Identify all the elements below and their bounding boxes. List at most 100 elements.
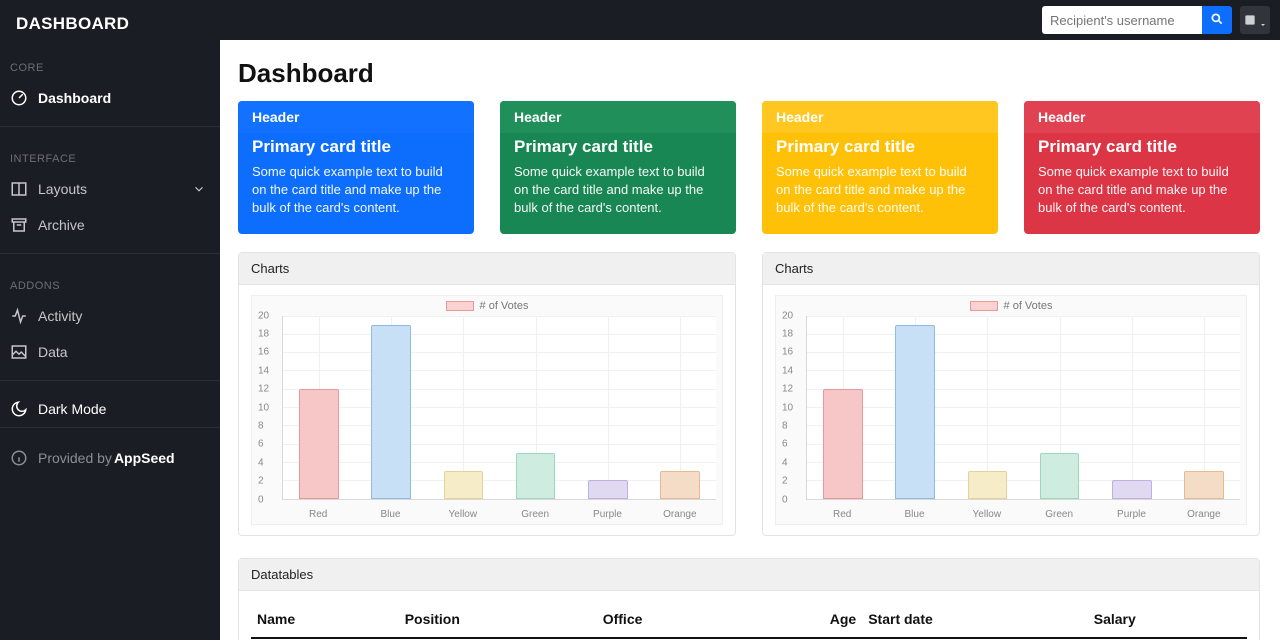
bar-orange [660, 471, 700, 498]
search-icon [1210, 12, 1224, 26]
bar-red [823, 389, 863, 499]
sidebar-label-darkmode: Dark Mode [38, 401, 106, 417]
bar-orange [1184, 471, 1224, 498]
sidebar-label-data: Data [38, 344, 68, 360]
chart-panel-2: Charts # of Votes02468101214161820RedBlu… [762, 252, 1260, 536]
col-age[interactable]: Age [749, 601, 862, 638]
col-office[interactable]: Office [597, 601, 749, 638]
section-addons: ADDONS [0, 264, 220, 298]
sidebar-label-dashboard: Dashboard [38, 90, 111, 106]
section-core: CORE [0, 46, 220, 80]
bar-blue [895, 325, 935, 499]
chevron-down-icon [192, 180, 206, 198]
x-tick: Yellow [449, 509, 478, 520]
card-title: Primary card title [1038, 137, 1246, 157]
user-icon [1243, 13, 1257, 27]
x-tick: Red [833, 509, 851, 520]
x-tick: Green [1045, 509, 1073, 520]
x-tick: Purple [1117, 509, 1146, 520]
col-startdate[interactable]: Start date [862, 601, 1088, 638]
moon-icon [10, 400, 28, 418]
chart-panel-1: Charts # of Votes02468101214161820RedBlu… [238, 252, 736, 536]
sidebar-label-archive: Archive [38, 217, 85, 233]
card-text: Some quick example text to build on the … [252, 163, 460, 218]
col-salary[interactable]: Salary [1088, 601, 1247, 638]
sidebar-item-activity[interactable]: Activity [0, 298, 220, 334]
x-tick: Orange [663, 509, 696, 520]
provided-by-link[interactable]: Provided by AppSeed [0, 440, 220, 476]
archive-icon [10, 216, 28, 234]
bar-blue [371, 325, 411, 499]
y-tick: 0 [258, 494, 264, 505]
card-header: Header [500, 101, 736, 133]
brand: DASHBOARD [0, 0, 220, 46]
image-icon [10, 343, 28, 361]
bar-yellow [968, 471, 1008, 498]
card-title: Primary card title [252, 137, 460, 157]
sidebar-label-activity: Activity [38, 308, 82, 324]
card-header: Header [1024, 101, 1260, 133]
bar-chart-2: # of Votes02468101214161820RedBlueYellow… [775, 295, 1247, 525]
card-danger: Header Primary card title Some quick exa… [1024, 101, 1260, 234]
card-row: Header Primary card title Some quick exa… [238, 101, 1260, 234]
sidebar-item-data[interactable]: Data [0, 334, 220, 370]
search-button[interactable] [1202, 6, 1232, 34]
chart-panel-title: Charts [763, 253, 1259, 285]
provided-name: AppSeed [114, 450, 175, 466]
y-tick: 4 [258, 457, 264, 468]
caret-down-icon [1259, 16, 1267, 24]
chart-legend: # of Votes [252, 300, 722, 312]
col-position[interactable]: Position [399, 601, 597, 638]
card-text: Some quick example text to build on the … [514, 163, 722, 218]
x-tick: Green [521, 509, 549, 520]
sidebar-label-layouts: Layouts [38, 181, 87, 197]
y-tick: 18 [782, 328, 793, 339]
y-tick: 12 [782, 384, 793, 395]
card-header: Header [238, 101, 474, 133]
sidebar-item-dashboard[interactable]: Dashboard [0, 80, 220, 116]
datatable: Name Position Office Age Start date Sala… [251, 601, 1247, 639]
x-tick: Blue [904, 509, 924, 520]
y-tick: 12 [258, 384, 269, 395]
x-tick: Yellow [973, 509, 1002, 520]
y-tick: 8 [258, 420, 264, 431]
y-tick: 20 [258, 310, 269, 321]
bar-yellow [444, 471, 484, 498]
card-warning: Header Primary card title Some quick exa… [762, 101, 998, 234]
bar-purple [1112, 480, 1152, 498]
y-tick: 18 [258, 328, 269, 339]
y-tick: 2 [258, 476, 264, 487]
card-text: Some quick example text to build on the … [776, 163, 984, 218]
card-title: Primary card title [776, 137, 984, 157]
chart-legend: # of Votes [776, 300, 1246, 312]
sidebar-item-archive[interactable]: Archive [0, 207, 220, 243]
y-tick: 16 [782, 347, 793, 358]
topbar [220, 0, 1280, 40]
sidebar-item-layouts[interactable]: Layouts [0, 171, 220, 207]
x-tick: Blue [380, 509, 400, 520]
user-menu-button[interactable] [1240, 6, 1270, 34]
y-tick: 20 [782, 310, 793, 321]
col-name[interactable]: Name [251, 601, 399, 638]
x-tick: Orange [1187, 509, 1220, 520]
y-tick: 10 [258, 402, 269, 413]
gauge-icon [10, 89, 28, 107]
y-tick: 16 [258, 347, 269, 358]
activity-icon [10, 307, 28, 325]
bar-red [299, 389, 339, 499]
card-header: Header [762, 101, 998, 133]
bar-chart-1: # of Votes02468101214161820RedBlueYellow… [251, 295, 723, 525]
page-title: Dashboard [238, 58, 1260, 89]
bar-purple [588, 480, 628, 498]
y-tick: 14 [258, 365, 269, 376]
y-tick: 6 [258, 439, 264, 450]
sidebar-item-darkmode[interactable]: Dark Mode [0, 391, 220, 427]
bar-green [516, 453, 556, 499]
chart-panel-title: Charts [239, 253, 735, 285]
y-tick: 4 [782, 457, 788, 468]
bar-green [1040, 453, 1080, 499]
search-input[interactable] [1042, 6, 1202, 34]
card-text: Some quick example text to build on the … [1038, 163, 1246, 218]
sidebar: DASHBOARD CORE Dashboard INTERFACE Layou… [0, 0, 220, 640]
info-icon [10, 449, 28, 467]
